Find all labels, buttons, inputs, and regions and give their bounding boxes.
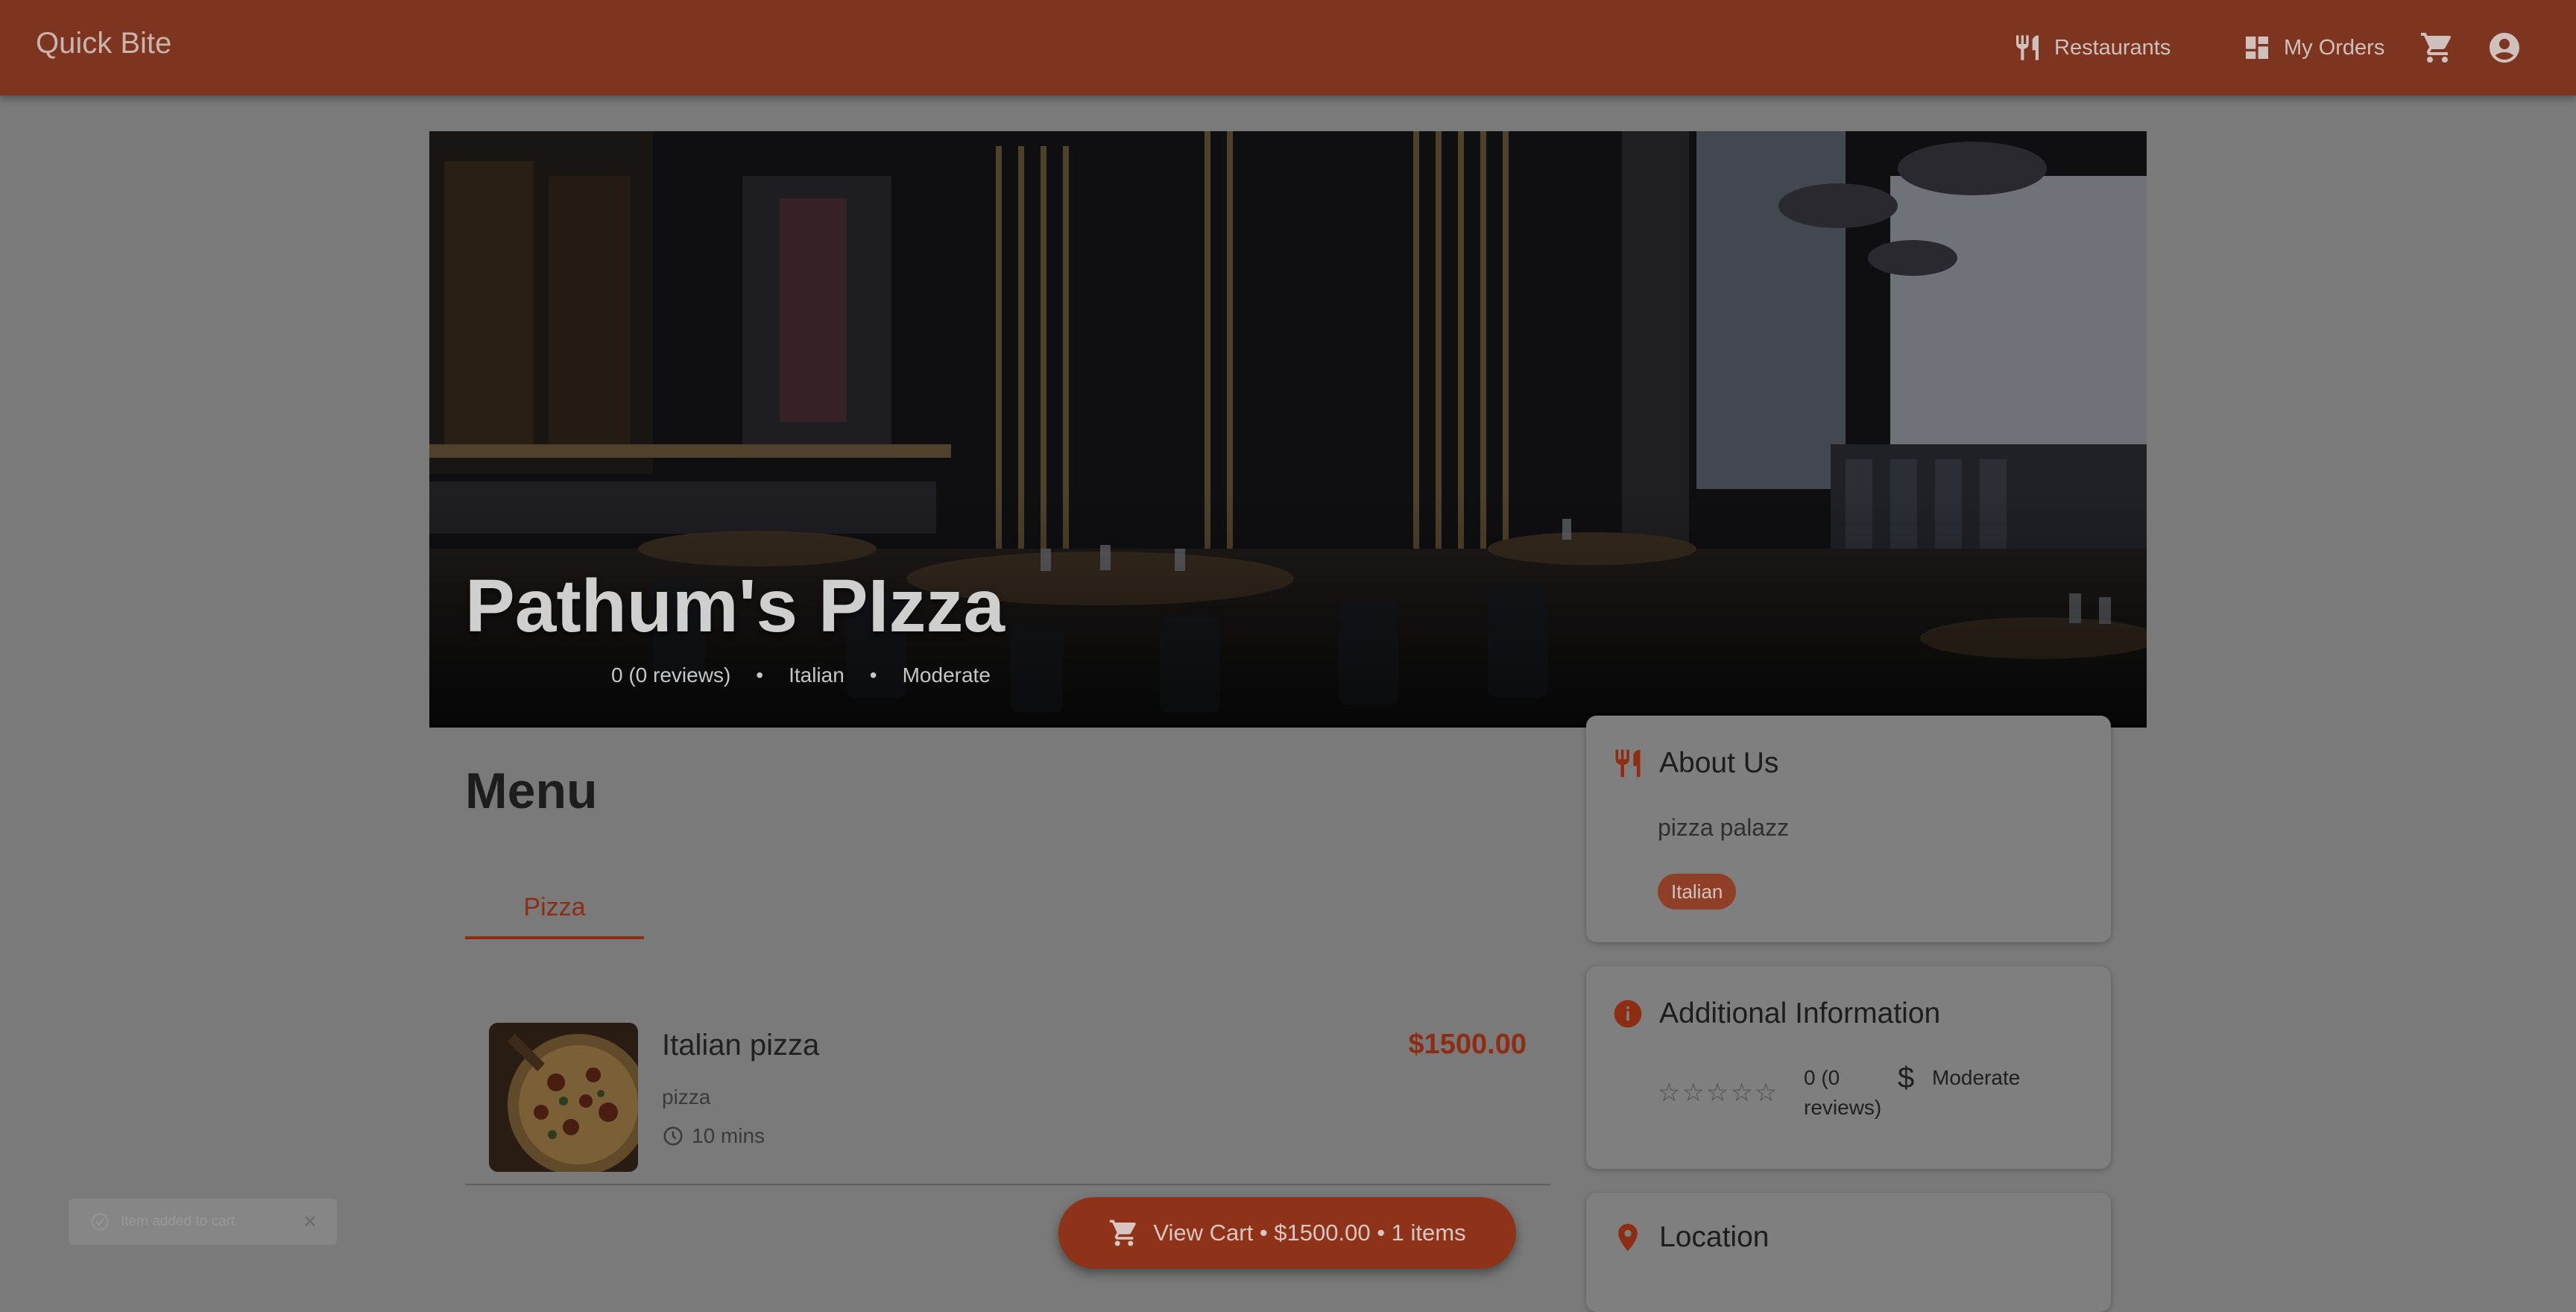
prep-time-text: 10 mins xyxy=(692,1124,765,1147)
restaurant-meta: 0 (0 reviews) • Italian • Moderate xyxy=(611,663,991,687)
menu-item-name[interactable]: Italian pizza xyxy=(662,1029,819,1062)
menu-item-price: $1500.00 xyxy=(1408,1029,1527,1060)
location-card: Location xyxy=(1586,1193,2111,1312)
additional-info-title: Additional Information xyxy=(1659,997,1941,1029)
nav-my-orders-label: My Orders xyxy=(2284,35,2385,60)
meta-separator: • xyxy=(869,663,877,687)
star-rating: ☆☆☆☆☆ xyxy=(1658,1079,1779,1107)
additional-info-header: Additional Information xyxy=(1611,997,1940,1030)
menu-item-prep-time: 10 mins xyxy=(662,1124,765,1148)
dashboard-icon xyxy=(2246,37,2268,59)
about-us-title: About Us xyxy=(1659,747,1779,779)
restaurant-name: Pathum's PIzza xyxy=(465,564,1005,648)
check-circle-icon xyxy=(91,1213,109,1231)
cart-icon xyxy=(1110,1220,1137,1246)
menu-item-description: pizza xyxy=(662,1085,711,1108)
app-bar xyxy=(0,0,2576,95)
view-cart-button[interactable]: View Cart • $1500.00 • 1 items xyxy=(1058,1197,1516,1269)
meta-separator: • xyxy=(756,663,764,687)
snackbar-text: Item added to cart xyxy=(121,1214,236,1229)
nav-restaurants-button[interactable]: Restaurants xyxy=(2012,30,2171,66)
rating-text-line2: reviews) xyxy=(1804,1096,1882,1119)
rating-text-line1: 0 (0 xyxy=(1804,1066,1840,1089)
snackbar: Item added to cart ✕ xyxy=(69,1199,337,1245)
restaurant-price-level: Moderate xyxy=(902,663,991,687)
tab-pizza[interactable]: Pizza xyxy=(465,874,644,941)
nav-restaurants-label: Restaurants xyxy=(2054,35,2171,60)
additional-info-card: Additional Information ☆☆☆☆☆ 0 (0 review… xyxy=(1586,966,2111,1169)
menu-heading: Menu xyxy=(465,763,598,819)
divider xyxy=(465,1184,1550,1185)
cuisine-chip[interactable]: Italian xyxy=(1658,874,1737,909)
clock-icon xyxy=(663,1126,683,1146)
about-us-card: About Us pizza palazz Italian xyxy=(1586,716,2111,942)
about-us-header: About Us xyxy=(1611,747,1778,780)
about-us-text: pizza palazz xyxy=(1658,814,1790,841)
nav-my-orders-button[interactable]: My Orders xyxy=(2242,30,2384,66)
active-tab-indicator xyxy=(465,936,644,939)
restaurant-icon xyxy=(2016,35,2039,60)
location-header: Location xyxy=(1611,1221,1769,1254)
dollar-icon: $ xyxy=(1898,1062,1915,1094)
price-level-text: Moderate xyxy=(1932,1066,2021,1089)
info-icon xyxy=(1614,1000,1642,1028)
location-pin-icon xyxy=(1618,1223,1638,1252)
rating-text: 0 (0 reviews) xyxy=(1804,1063,1893,1123)
restaurant-icon xyxy=(1615,749,1641,778)
location-title: Location xyxy=(1659,1221,1770,1253)
restaurant-cuisine: Italian xyxy=(789,663,845,687)
brand-title[interactable]: Quick Bite xyxy=(36,27,171,60)
cart-icon[interactable] xyxy=(2419,30,2455,66)
restaurant-rating: 0 (0 reviews) xyxy=(611,663,731,687)
account-circle-icon[interactable] xyxy=(2487,30,2522,66)
view-cart-label: View Cart • $1500.00 • 1 items xyxy=(1153,1220,1466,1246)
close-icon[interactable]: ✕ xyxy=(303,1211,318,1233)
menu-item-image[interactable] xyxy=(489,1023,638,1172)
